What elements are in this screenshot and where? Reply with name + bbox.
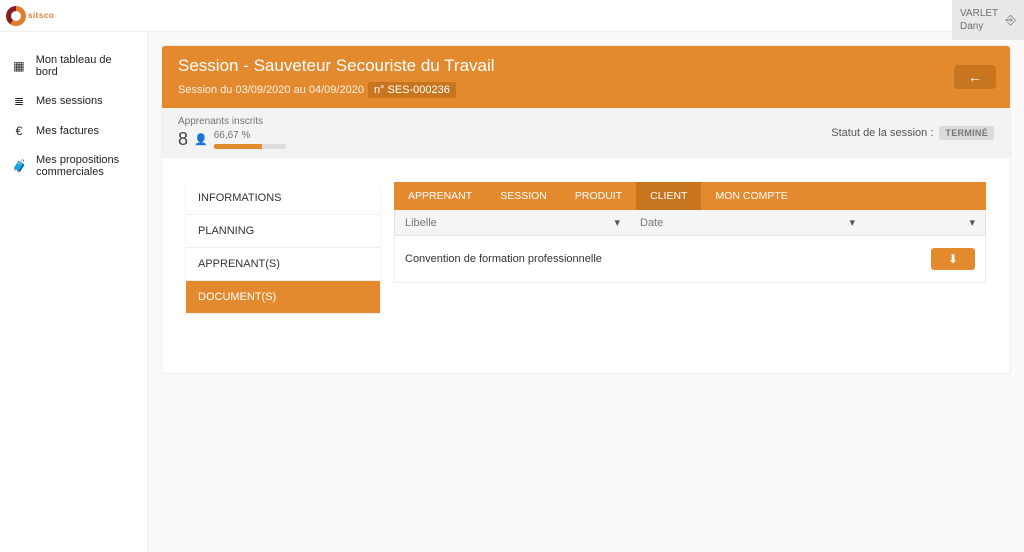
layout: ▦ Mon tableau de bord ≣ Mes sessions € M… — [0, 32, 1024, 552]
section-tab-apprenants[interactable]: APPRENANT(S) — [186, 248, 380, 281]
sidebar-item-label: Mes factures — [36, 125, 99, 137]
download-button[interactable]: ⬇ — [931, 248, 975, 270]
section-tab-label: INFORMATIONS — [198, 192, 282, 204]
grid-col-libelle[interactable]: Libelle ▾ — [395, 210, 630, 235]
sidebar-item-label: Mes propositions commerciales — [36, 154, 135, 178]
table-row: Convention de formation professionnelle … — [394, 236, 986, 283]
arrow-left-icon: ← — [968, 69, 982, 85]
enrolled-count: 8 — [178, 129, 188, 150]
category-tab-apprenant[interactable]: APPRENANT — [394, 182, 486, 210]
sidebar-item-dashboard[interactable]: ▦ Mon tableau de bord — [0, 46, 147, 86]
logout-icon[interactable]: ⎆ — [1006, 12, 1016, 29]
grid-col-libelle-label: Libelle — [405, 217, 437, 229]
grid-col-date[interactable]: Date ▾ — [630, 210, 865, 235]
back-button[interactable]: ← — [954, 65, 996, 89]
grid-header: Libelle ▾ Date ▾ ▾ — [394, 210, 986, 236]
section-tabs: INFORMATIONS PLANNING APPRENANT(S) DOCUM… — [186, 182, 380, 313]
status-badge: TERMINÉ — [939, 126, 994, 140]
section-tab-documents[interactable]: DOCUMENT(S) — [186, 281, 380, 313]
euro-icon: € — [12, 124, 26, 138]
section-tab-label: APPRENANT(S) — [198, 258, 280, 270]
filter-icon[interactable]: ▾ — [614, 216, 620, 229]
user-firstname: Dany — [960, 20, 998, 33]
documents-content: APPRENANT SESSION PRODUIT CLIENT MON COM… — [394, 182, 986, 283]
session-status: Statut de la session : TERMINÉ — [831, 126, 994, 140]
session-status-label: Statut de la session : — [831, 127, 933, 139]
user-surname: VARLET — [960, 7, 998, 20]
category-tab-session[interactable]: SESSION — [486, 182, 561, 210]
section-tab-label: PLANNING — [198, 225, 254, 237]
sidebar-item-label: Mon tableau de bord — [36, 54, 135, 78]
filter-icon[interactable]: ▾ — [969, 216, 975, 229]
enrolled-block: Apprenants inscrits 8 👤 66,67 % — [178, 116, 286, 150]
session-reference: n° SES-000236 — [368, 82, 456, 98]
grid-col-date-label: Date — [640, 217, 663, 229]
person-icon: 👤 — [194, 133, 208, 146]
brand-logo-mark — [6, 6, 26, 26]
filter-icon[interactable]: ▾ — [849, 216, 855, 229]
stats-row: Apprenants inscrits 8 👤 66,67 % Statut — [162, 108, 1010, 158]
dashboard-icon: ▦ — [12, 59, 26, 73]
enrolled-progress-fill — [214, 144, 262, 149]
main: Session - Sauveteur Secouriste du Travai… — [148, 32, 1024, 552]
enrolled-progress — [214, 144, 286, 149]
panel-header: Session - Sauveteur Secouriste du Travai… — [162, 46, 1010, 108]
download-icon: ⬇ — [948, 252, 958, 266]
section-tab-informations[interactable]: INFORMATIONS — [186, 182, 380, 215]
category-tab-produit[interactable]: PRODUIT — [561, 182, 636, 210]
grid-col-actions: ▾ — [865, 210, 985, 235]
brand-name: sitsco — [28, 11, 54, 20]
cell-date — [630, 236, 865, 282]
page-title: Session - Sauveteur Secouriste du Travai… — [178, 56, 994, 76]
enrolled-percent: 66,67 % — [214, 130, 286, 141]
brand-logo[interactable]: sitsco — [6, 6, 54, 26]
cell-actions: ⬇ — [865, 236, 985, 282]
section-tab-planning[interactable]: PLANNING — [186, 215, 380, 248]
topbar: sitsco — [0, 0, 1024, 32]
panel-subtitle: Session du 03/09/2020 au 04/09/2020 n° S… — [178, 82, 994, 98]
session-date-range: Session du 03/09/2020 au 04/09/2020 — [178, 84, 364, 96]
enrolled-label: Apprenants inscrits — [178, 116, 286, 127]
session-panel: Session - Sauveteur Secouriste du Travai… — [162, 46, 1010, 373]
sidebar-item-label: Mes sessions — [36, 95, 103, 107]
sidebar-item-invoices[interactable]: € Mes factures — [0, 116, 147, 146]
sidebar: ▦ Mon tableau de bord ≣ Mes sessions € M… — [0, 32, 148, 552]
user-names: VARLET Dany — [960, 7, 998, 33]
list-icon: ≣ — [12, 94, 26, 108]
briefcase-icon: 🧳 — [12, 159, 26, 173]
category-tab-moncompte[interactable]: MON COMPTE — [701, 182, 801, 210]
sidebar-item-proposals[interactable]: 🧳 Mes propositions commerciales — [0, 146, 147, 186]
cell-libelle: Convention de formation professionnelle — [395, 236, 630, 282]
panel-body: INFORMATIONS PLANNING APPRENANT(S) DOCUM… — [162, 158, 1010, 373]
sidebar-item-sessions[interactable]: ≣ Mes sessions — [0, 86, 147, 116]
user-menu[interactable]: VARLET Dany ⎆ — [952, 0, 1024, 40]
category-tab-client[interactable]: CLIENT — [636, 182, 701, 210]
section-tab-label: DOCUMENT(S) — [198, 291, 276, 303]
category-tabs: APPRENANT SESSION PRODUIT CLIENT MON COM… — [394, 182, 986, 210]
